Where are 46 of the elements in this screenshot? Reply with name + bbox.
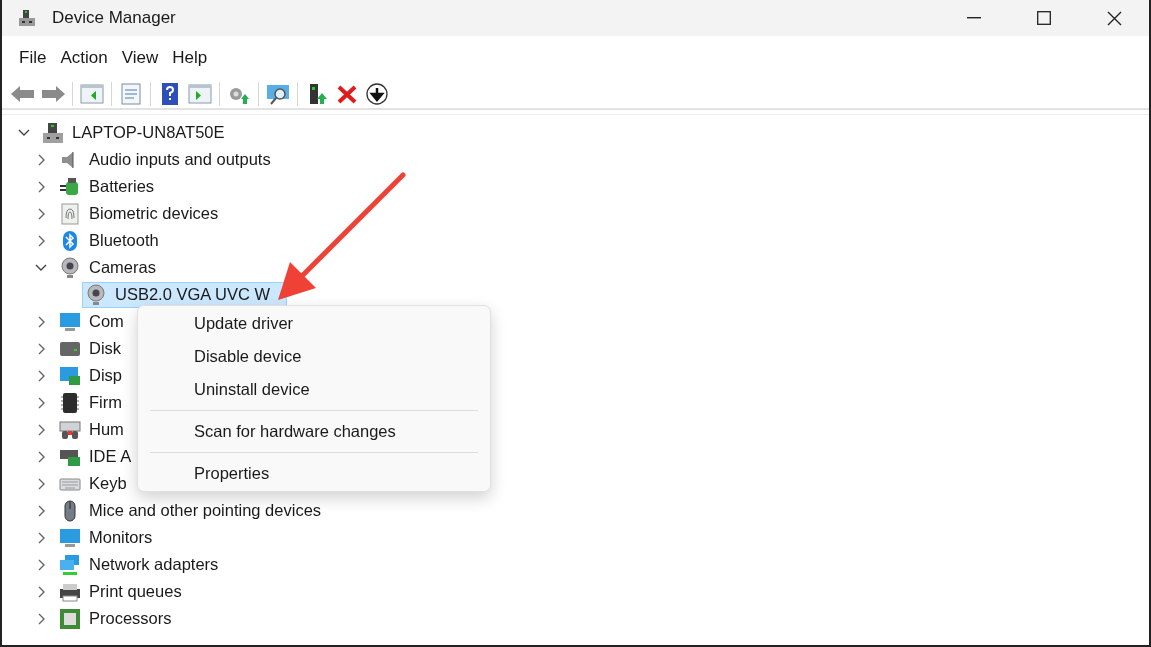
tree-item[interactable]: Bluetooth [89,228,159,253]
chip-icon [59,391,81,414]
context-menu-item[interactable]: Uninstall device [138,373,490,406]
window-title: Device Manager [52,7,176,30]
menu-item[interactable]: Action [53,45,115,71]
tree-item[interactable]: Com [89,309,124,334]
tree-item[interactable]: Keyb [89,471,127,496]
tree-item[interactable]: Cameras [89,255,156,280]
monitor-icon [59,310,81,333]
tree-item[interactable]: Biometric devices [89,201,219,226]
pane-window-icon[interactable] [77,81,107,107]
processor-icon [59,607,81,630]
context-menu-item[interactable]: Scan for hardware changes [138,415,490,448]
webcam-icon [85,283,107,306]
tree-item[interactable]: IDE A [89,444,132,469]
tree-item[interactable]: Network adapters [89,552,219,577]
fingerprint-icon [59,202,81,225]
selected-tree-item[interactable]: USB2.0 VGA UVC W [82,281,287,308]
tree-item-label: USB2.0 VGA UVC W [115,284,270,306]
battery-icon [59,175,81,198]
tree-item[interactable]: Firm [89,390,122,415]
context-menu-item[interactable]: Disable device [138,340,490,373]
context-menu-item[interactable]: Properties [138,457,490,490]
app-icon [18,9,36,27]
tree-item[interactable]: Batteries [89,174,155,199]
menu-item[interactable]: View [114,45,166,71]
menu-item[interactable]: Help [165,45,215,71]
network-icon [59,553,81,576]
tree-item[interactable]: Disk [89,336,122,361]
tree-item[interactable]: Hum [89,417,124,442]
tree-item[interactable]: Disp [89,363,122,388]
tree-item[interactable]: Audio inputs and outputs [89,147,271,172]
tree-item[interactable]: Processors [89,606,172,631]
tree-item[interactable]: Mice and other pointing devices [89,498,322,523]
display-card-icon [59,364,81,387]
maximize-icon[interactable] [1037,11,1051,25]
minimize-icon[interactable] [967,17,981,19]
computer-icon [42,121,64,144]
menu-item[interactable]: File [12,45,54,71]
context-menu-item[interactable]: Update driver [138,307,490,340]
webcam-icon [59,256,81,279]
monitor-icon [59,526,81,549]
close-icon[interactable] [1106,10,1122,26]
tree-item[interactable]: Monitors [89,525,153,550]
tree-item[interactable]: Print queues [89,579,182,604]
tree-item[interactable]: LAPTOP-UN8AT50E [72,120,225,145]
